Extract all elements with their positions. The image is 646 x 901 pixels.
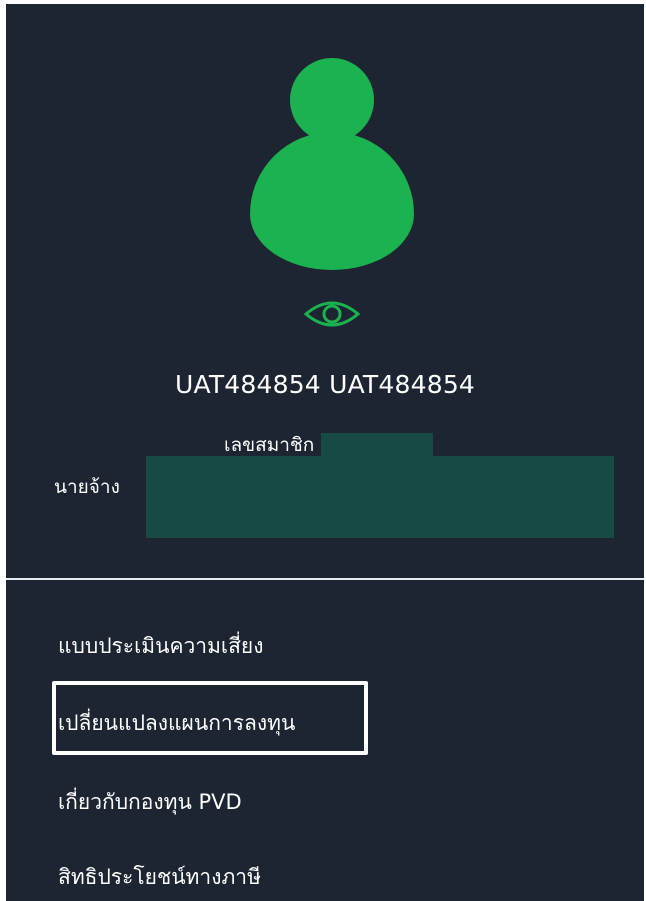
member-number-row: เลขสมาชิก: [224, 431, 434, 459]
menu-item-risk-assessment[interactable]: แบบประเมินความเสี่ยง: [58, 630, 264, 663]
menu-item-change-investment-plan[interactable]: เปลี่ยนแปลงแผนการลงทุน: [58, 707, 295, 740]
menu-item-about-pvd-fund[interactable]: เกี่ยวกับกองทุน PVD: [58, 786, 242, 819]
section-divider: [6, 578, 644, 580]
member-number-value-redacted: [321, 433, 434, 457]
member-name: UAT484854 UAT484854: [174, 370, 476, 399]
eye-icon[interactable]: [303, 297, 361, 331]
profile-menu-panel: UAT484854 UAT484854 เลขสมาชิก นายจ้าง แบ…: [6, 4, 644, 901]
employer-value-redacted: [146, 456, 614, 538]
user-avatar-icon: [250, 58, 414, 270]
menu-item-tax-benefits[interactable]: สิทธิประโยชน์ทางภาษี: [58, 861, 261, 894]
employer-label: นายจ้าง: [54, 476, 120, 498]
